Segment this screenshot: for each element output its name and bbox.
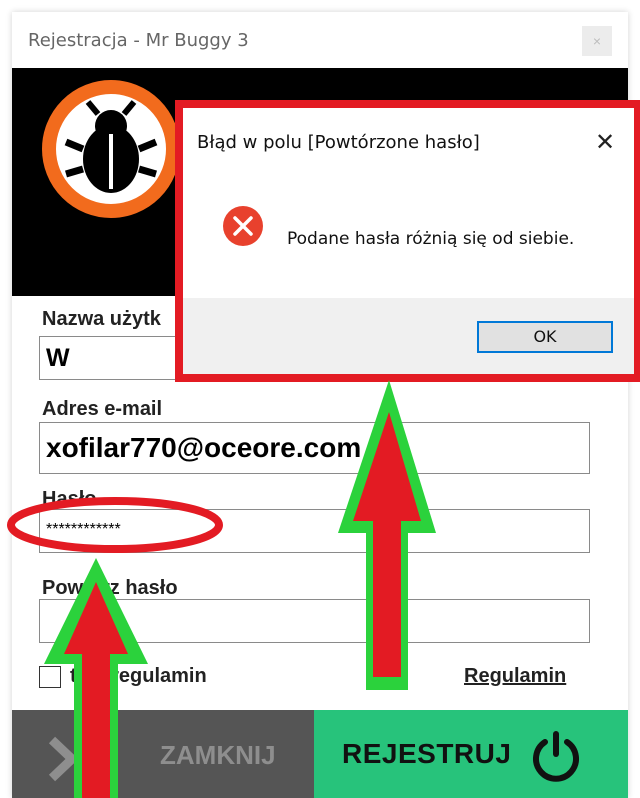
chevron-right-icon — [46, 734, 86, 789]
ok-button[interactable]: OK — [477, 321, 613, 353]
repeat-password-label: Powtórz hasło — [42, 577, 178, 599]
window-title: Rejestracja - Mr Buggy 3 — [28, 30, 249, 51]
repeat-password-field[interactable] — [39, 599, 590, 643]
email-label: Adres e-mail — [42, 398, 163, 420]
accept-terms-checkbox[interactable] — [39, 666, 61, 688]
email-field[interactable]: xofilar770@oceore.com — [39, 422, 590, 474]
dialog-message: Podane hasła różnią się od siebie. — [287, 229, 575, 249]
power-icon — [528, 728, 584, 789]
accept-terms-label: tuję regulamin — [70, 665, 207, 687]
bug-logo-icon — [36, 74, 186, 229]
window-close-button[interactable]: × — [582, 26, 612, 56]
terms-link[interactable]: Regulamin — [464, 665, 566, 688]
error-dialog: Błąd w polu [Powtórzone hasło] ✕ Podane … — [183, 108, 634, 374]
dialog-close-button[interactable]: ✕ — [595, 128, 615, 157]
error-icon — [219, 202, 267, 255]
register-button-label: REJESTRUJ — [342, 738, 512, 769]
password-field[interactable]: ************ — [39, 509, 590, 553]
title-bar: Rejestracja - Mr Buggy 3 × — [12, 12, 628, 68]
close-button-label: ZAMKNIJ — [160, 740, 276, 770]
username-label: Nazwa użytk — [42, 308, 161, 330]
dialog-title: Błąd w polu [Powtórzone hasło] — [197, 132, 480, 153]
password-label: Hasło — [42, 488, 97, 510]
